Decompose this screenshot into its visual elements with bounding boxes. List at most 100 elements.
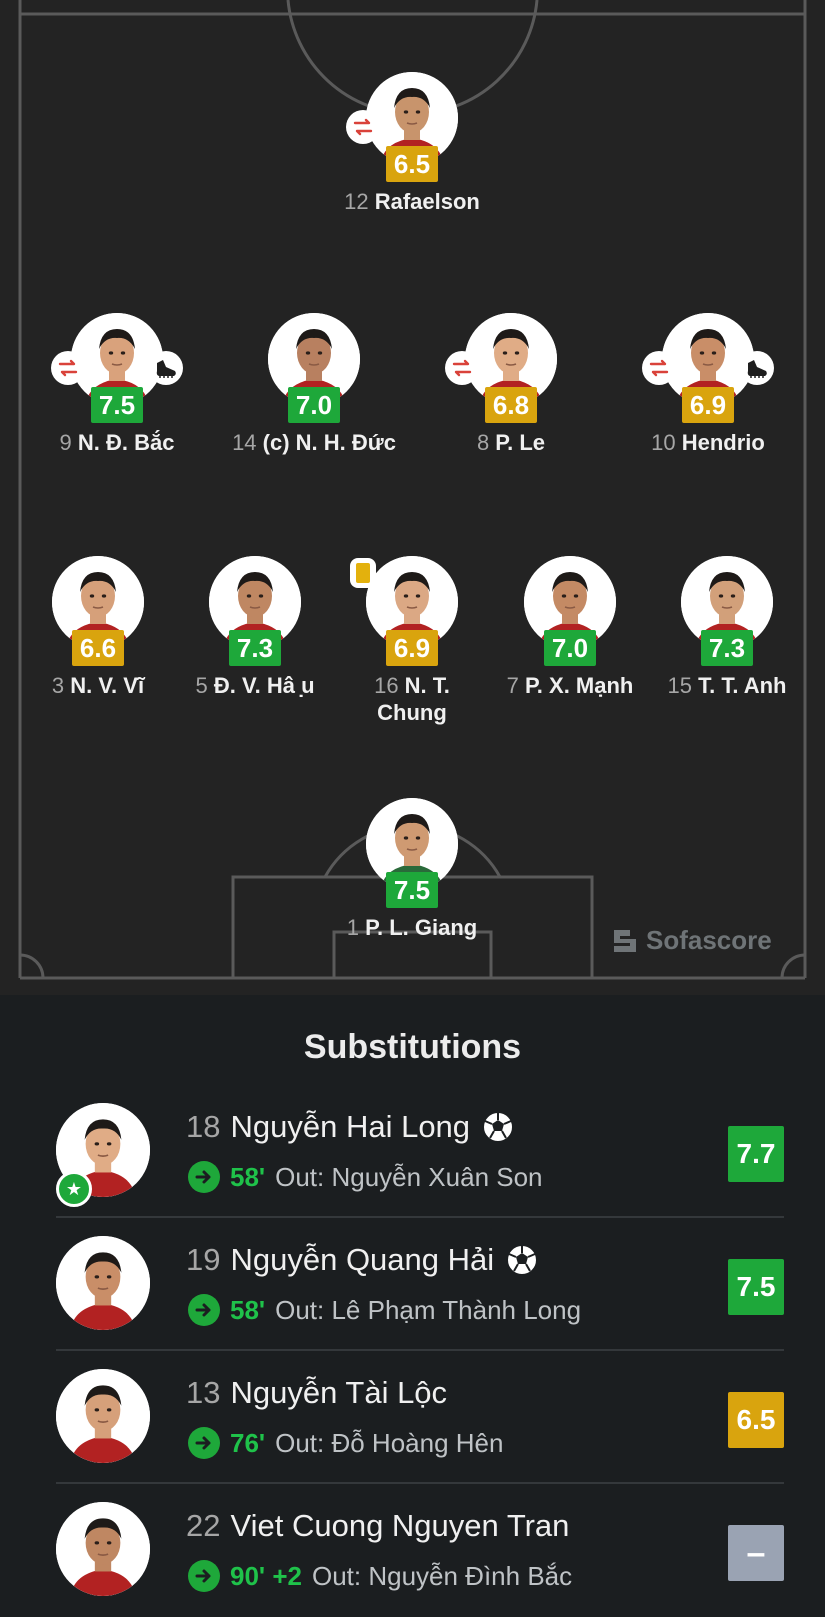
sub-player-number: 13 bbox=[186, 1375, 221, 1410]
lineup-player[interactable]: 7.5 9 N. Đ. Bắc bbox=[32, 313, 202, 463]
substitution-icon bbox=[51, 351, 85, 385]
player-name-text: Rafaelson bbox=[374, 189, 480, 214]
lineup-player[interactable]: 7.5 1 P. L. Giang bbox=[327, 798, 497, 948]
sub-player-name: 22 Viet Cuong Nguyen Tran bbox=[186, 1508, 569, 1544]
sub-minute: 90' +2 bbox=[230, 1560, 302, 1591]
sub-player-name-text: Viet Cuong Nguyen Tran bbox=[230, 1508, 570, 1543]
player-number: 15 bbox=[667, 673, 699, 698]
player-rating: 6.9 bbox=[386, 630, 438, 666]
substitutions-title: Substitutions bbox=[303, 1028, 522, 1066]
sub-in-arrow-icon bbox=[188, 1427, 220, 1459]
player-name-text: N. Đ. Bắc bbox=[77, 430, 175, 455]
player-number: 3 bbox=[51, 673, 71, 698]
substitution-icon bbox=[642, 351, 676, 385]
sub-player-name-text: Nguyễn Quang Hải bbox=[230, 1242, 495, 1277]
player-name: 10 Hendrio bbox=[603, 429, 813, 456]
player-rating: 6.9 bbox=[682, 387, 734, 423]
sub-in-arrow-icon bbox=[188, 1294, 220, 1326]
player-rating: 6.8 bbox=[485, 387, 537, 423]
sub-player-avatar bbox=[56, 1502, 150, 1596]
sub-player-name: 13 Nguyễn Tài Lộc bbox=[186, 1375, 447, 1411]
player-name-text: P. L. Giang bbox=[365, 915, 478, 940]
player-number: 5 bbox=[195, 673, 214, 698]
sub-in-arrow-icon bbox=[188, 1560, 220, 1592]
goal-ball-icon bbox=[506, 1244, 539, 1276]
player-name-text: Hendrio bbox=[681, 430, 765, 455]
sub-minute: 58' bbox=[230, 1161, 266, 1192]
player-name-text: N. V. Vĩ bbox=[70, 673, 145, 698]
player-name: 1 P. L. Giang bbox=[307, 914, 517, 941]
lineup-player[interactable]: 6.5 12 Rafaelson bbox=[327, 72, 497, 222]
sub-info: 76' Out: Đỗ Hoàng Hên bbox=[188, 1427, 503, 1459]
player-number: 12 bbox=[344, 189, 375, 214]
sub-rating: 6.5 bbox=[728, 1392, 784, 1448]
player-rating: 6.5 bbox=[386, 146, 438, 182]
player-number: 16 bbox=[374, 673, 405, 698]
player-name-text: N. T. bbox=[404, 673, 450, 698]
sub-player-avatar bbox=[56, 1236, 150, 1330]
substitution-row[interactable]: 22 Viet Cuong Nguyen Tran 90' +2 Out: Nguyễ… bbox=[0, 1484, 825, 1617]
player-rating: 7.5 bbox=[386, 872, 438, 908]
player-name-text: Đ. V. Hâ ̣u bbox=[213, 673, 315, 698]
sofascore-watermark: Sofascore bbox=[612, 925, 772, 956]
sub-out-player: Out: Nguyễn Đình Bắc bbox=[311, 1560, 573, 1591]
substitution-row[interactable]: ★ 18 Nguyễn Hai Long 58' Out: Nguyễn Xuân So… bbox=[0, 1085, 825, 1218]
player-rating: 6.6 bbox=[72, 630, 124, 666]
substitution-row[interactable]: 13 Nguyễn Tài Lộc 76' Out: Đỗ Hoàng Hên 6.5 bbox=[0, 1351, 825, 1484]
watermark-text: Sofascore bbox=[646, 925, 772, 955]
player-name: 8 P. Le bbox=[406, 429, 616, 456]
sub-out-player: Out: Nguyễn Xuân Son bbox=[275, 1161, 543, 1192]
lineup-player[interactable]: 7.0 14 (c) N. H. Đức bbox=[229, 313, 399, 463]
sub-player-name-text: Nguyễn Hai Long bbox=[230, 1109, 471, 1144]
player-number: 7 bbox=[506, 673, 525, 698]
sub-player-name: 19 Nguyễn Quang Hải bbox=[186, 1242, 540, 1278]
lineup-player[interactable]: 6.8 8 P. Le bbox=[426, 313, 596, 463]
sub-rating: – bbox=[728, 1525, 784, 1581]
player-name: 9 N. Đ. Bắc bbox=[12, 429, 222, 456]
assist-boot-icon bbox=[149, 351, 183, 385]
goal-ball-icon bbox=[482, 1111, 515, 1143]
player-rating: 7.3 bbox=[701, 630, 753, 666]
sub-rating: 7.5 bbox=[728, 1259, 784, 1315]
player-name: 12 Rafaelson bbox=[307, 188, 517, 215]
sub-info: 58' Out: Lê Phạm Thành Long bbox=[188, 1294, 581, 1326]
player-name-text: T. T. Anh bbox=[698, 673, 787, 698]
player-number: 8 bbox=[476, 430, 496, 455]
player-of-match-star-icon: ★ bbox=[56, 1171, 92, 1207]
sub-player-number: 18 bbox=[186, 1109, 221, 1144]
player-number: 10 bbox=[651, 430, 682, 455]
sub-out-player: Out: Đỗ Hoàng Hên bbox=[275, 1427, 504, 1458]
sub-info: 58' Out: Nguyễn Xuân Son bbox=[188, 1161, 543, 1193]
player-number: 14 bbox=[232, 430, 263, 455]
player-name: 14 (c) N. H. Đức bbox=[209, 429, 419, 456]
player-rating: 7.0 bbox=[288, 387, 340, 423]
sub-in-arrow-icon bbox=[188, 1161, 220, 1193]
player-rating: 7.5 bbox=[91, 387, 143, 423]
sub-player-name: 18 Nguyễn Hai Long bbox=[186, 1109, 516, 1145]
player-rating: 7.3 bbox=[229, 630, 281, 666]
sub-minute: 58' bbox=[230, 1294, 266, 1325]
sub-player-avatar bbox=[56, 1369, 150, 1463]
player-name-text: (c) N. H. Đức bbox=[262, 430, 396, 455]
player-rating: 7.0 bbox=[544, 630, 596, 666]
sub-player-number: 22 bbox=[186, 1508, 221, 1543]
yellow-card-icon bbox=[350, 558, 376, 588]
sub-info: 90' +2 Out: Nguyễn Đình Bắc bbox=[188, 1560, 572, 1592]
substitution-row[interactable]: 19 Nguyễn Quang Hải 58' Out: Lê Phạm Thành … bbox=[0, 1218, 825, 1351]
sub-out-player: Out: Lê Phạm Thành Long bbox=[275, 1294, 582, 1325]
sub-player-number: 19 bbox=[186, 1242, 221, 1277]
lineup-player[interactable]: 6.9 10 Hendrio bbox=[623, 313, 793, 463]
player-name-text: P. X. Mạnh bbox=[524, 673, 634, 698]
player-name: 15 T. T. Anh bbox=[622, 672, 825, 699]
assist-boot-icon bbox=[740, 351, 774, 385]
sofascore-logo-icon bbox=[614, 929, 636, 952]
player-name-text: P. Le bbox=[495, 430, 546, 455]
sub-minute: 76' bbox=[230, 1427, 266, 1458]
sub-rating: 7.7 bbox=[728, 1126, 784, 1182]
substitution-icon bbox=[346, 110, 380, 144]
sub-player-name-text: Nguyễn Tài Lộc bbox=[230, 1375, 448, 1410]
player-number: 9 bbox=[59, 430, 78, 455]
lineup-player[interactable]: 7.3 15 T. T. Anh bbox=[642, 556, 812, 706]
substitution-icon bbox=[445, 351, 479, 385]
player-number: 1 bbox=[346, 915, 366, 940]
